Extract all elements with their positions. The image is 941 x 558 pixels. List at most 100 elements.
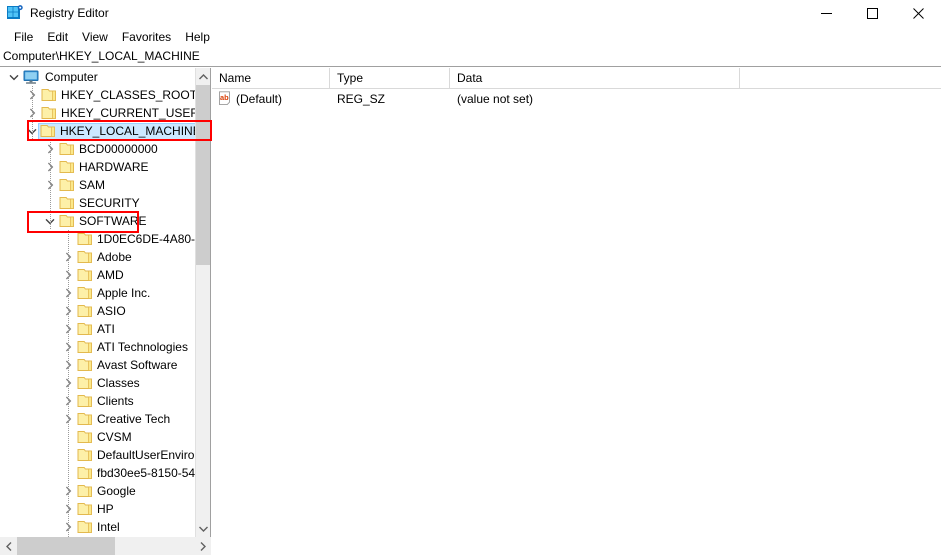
tree-guide-line [32,86,33,140]
tree-item-content[interactable]: fbd30ee5-8150-549e [76,465,196,482]
tree-guide-line [50,140,51,230]
tree-item-computer[interactable]: Computer [0,68,196,86]
tree-item-label: ATI [97,322,115,336]
tree-item-adobe[interactable]: Adobe [0,248,196,266]
tree-item-content[interactable]: DefaultUserEnvironn [76,447,196,464]
tree-item-ati[interactable]: ATI [0,320,196,338]
tree-item-content[interactable]: SOFTWARE [58,213,150,230]
tree-item-content[interactable]: Computer [22,69,101,86]
folder-icon [59,160,75,174]
folder-icon [77,232,93,246]
tree-item-classes[interactable]: Classes [0,374,196,392]
status-bar [211,537,941,558]
menu-file[interactable]: File [7,28,40,46]
maximize-button[interactable] [849,0,895,27]
tree-item-content[interactable]: HKEY_LOCAL_MACHINE [38,122,196,140]
title-bar: Registry Editor [0,0,941,27]
tree-item-hkey-classes-root[interactable]: HKEY_CLASSES_ROOT [0,86,196,104]
tree-item-label: fbd30ee5-8150-549e [97,466,196,480]
tree-item-content[interactable]: ASIO [76,303,129,320]
tree-item-hardware[interactable]: HARDWARE [0,158,196,176]
tree-item-defaultuserenvironn[interactable]: DefaultUserEnvironn [0,446,196,464]
tree-item-content[interactable]: BCD00000000 [58,141,161,158]
scroll-right-arrow-icon[interactable] [194,537,211,555]
tree-item-content[interactable]: Google [76,483,139,500]
menu-view[interactable]: View [75,28,115,46]
folder-icon [77,250,93,264]
tree-item-label: Clients [97,394,134,408]
folder-icon [77,286,93,300]
tree-item-label: DefaultUserEnvironn [97,448,196,462]
tree-horizontal-scrollbar[interactable] [0,537,211,555]
registry-editor-icon [7,5,24,21]
registry-tree[interactable]: Computer HKEY_CLASSES_ROOT HKEY_CURRENT_US… [0,68,196,537]
column-header-type[interactable]: Type [330,68,450,88]
tree-item-1d0ec6de-4a80-4c0[interactable]: 1D0EC6DE-4A80-4C0 [0,230,196,248]
scroll-left-arrow-icon[interactable] [0,537,17,555]
minimize-button[interactable] [803,0,849,27]
values-row[interactable]: ab (Default) REG_SZ (value not set) [212,89,941,109]
tree-item-fbd30ee5-8150-549e[interactable]: fbd30ee5-8150-549e [0,464,196,482]
tree-item-content[interactable]: Classes [76,375,143,392]
folder-icon [77,304,93,318]
folder-icon [77,520,93,534]
address-bar[interactable]: Computer\HKEY_LOCAL_MACHINE [0,47,941,67]
chevron-down-icon[interactable] [6,68,22,86]
tree-item-content[interactable]: 1D0EC6DE-4A80-4C0 [76,231,196,248]
close-button[interactable] [895,0,941,27]
tree-item-label: ATI Technologies [97,340,188,354]
tree-item-content[interactable]: ATI Technologies [76,339,191,356]
tree-item-content[interactable]: SAM [58,177,108,194]
folder-icon [77,322,93,336]
tree-item-content[interactable]: Apple Inc. [76,285,153,302]
tree-item-creative-tech[interactable]: Creative Tech [0,410,196,428]
tree-item-label: 1D0EC6DE-4A80-4C0 [97,232,196,246]
tree-vertical-scroll-thumb[interactable] [196,85,210,265]
tree-item-content[interactable]: CVSM [76,429,135,446]
tree-item-google[interactable]: Google [0,482,196,500]
tree-item-content[interactable]: AMD [76,267,127,284]
tree-item-intel[interactable]: Intel [0,518,196,536]
tree-item-hkey-local-machine[interactable]: HKEY_LOCAL_MACHINE [0,122,196,140]
tree-item-amd[interactable]: AMD [0,266,196,284]
tree-vertical-scrollbar[interactable] [195,68,210,537]
menu-help[interactable]: Help [178,28,217,46]
tree-item-label: Google [97,484,136,498]
tree-item-content[interactable]: HKEY_CLASSES_ROOT [40,87,196,104]
tree-item-content[interactable]: Adobe [76,249,135,266]
tree-item-avast-software[interactable]: Avast Software [0,356,196,374]
tree-item-ati-technologies[interactable]: ATI Technologies [0,338,196,356]
tree-item-content[interactable]: SECURITY [58,195,143,212]
tree-item-hp[interactable]: HP [0,500,196,518]
folder-icon [41,88,57,102]
tree-item-sam[interactable]: SAM [0,176,196,194]
tree-item-bcd00000000[interactable]: BCD00000000 [0,140,196,158]
tree-item-cvsm[interactable]: CVSM [0,428,196,446]
monitor-icon [23,70,40,85]
tree-item-content[interactable]: HP [76,501,117,518]
menu-edit[interactable]: Edit [40,28,75,46]
tree-item-content[interactable]: HKEY_CURRENT_USER [40,105,196,122]
tree-item-content[interactable]: Intel [76,519,123,536]
tree-horizontal-scroll-thumb[interactable] [17,537,115,555]
tree-item-label: Classes [97,376,140,390]
tree-item-label: HKEY_CURRENT_USER [61,106,196,120]
menu-favorites[interactable]: Favorites [115,28,178,46]
scroll-up-arrow-icon[interactable] [196,68,210,85]
tree-item-hkey-current-user[interactable]: HKEY_CURRENT_USER [0,104,196,122]
column-header-name[interactable]: Name [212,68,330,88]
tree-item-asio[interactable]: ASIO [0,302,196,320]
tree-item-security[interactable]: SECURITY [0,194,196,212]
tree-item-apple-inc[interactable]: Apple Inc. [0,284,196,302]
tree-item-content[interactable]: HARDWARE [58,159,152,176]
tree-item-content[interactable]: Avast Software [76,357,180,374]
tree-item-content[interactable]: ATI [76,321,118,338]
folder-icon [77,502,93,516]
tree-item-content[interactable]: Clients [76,393,137,410]
folder-icon [77,466,93,480]
tree-item-software[interactable]: SOFTWARE [0,212,196,230]
tree-item-content[interactable]: Creative Tech [76,411,173,428]
column-header-data[interactable]: Data [450,68,740,88]
tree-item-clients[interactable]: Clients [0,392,196,410]
scroll-down-arrow-icon[interactable] [196,520,210,537]
